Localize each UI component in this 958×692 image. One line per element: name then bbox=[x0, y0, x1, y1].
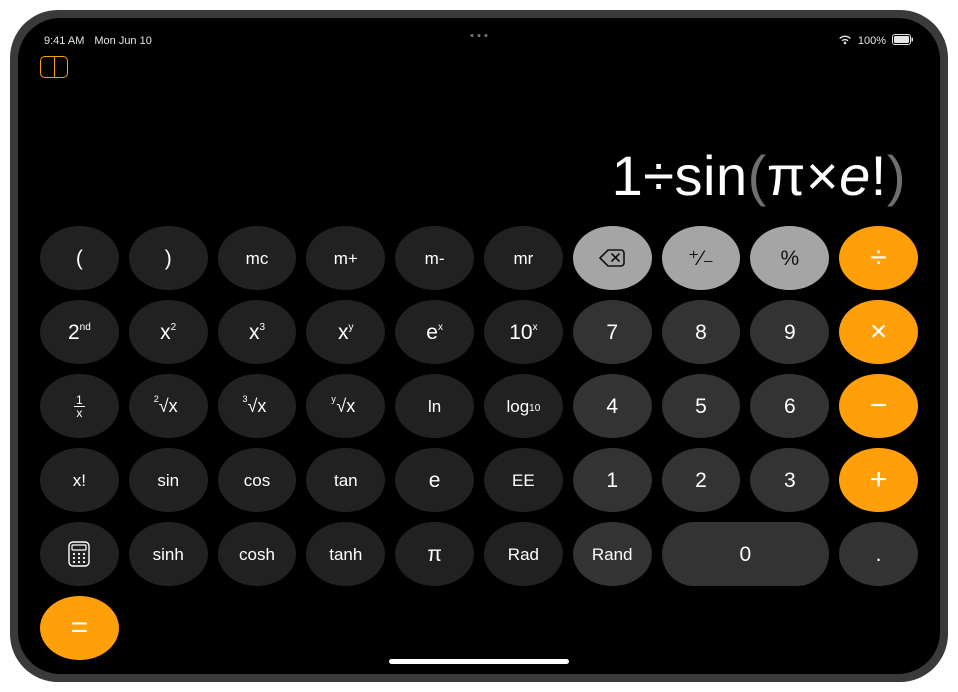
tan-button[interactable]: tan bbox=[306, 448, 385, 512]
tanh-button[interactable]: tanh bbox=[306, 522, 385, 586]
equals-button[interactable]: = bbox=[40, 596, 119, 660]
close-paren-button[interactable]: ) bbox=[129, 226, 208, 290]
digit-1-button[interactable]: 1 bbox=[573, 448, 652, 512]
digit-4-button[interactable]: 4 bbox=[573, 374, 652, 438]
multiply-button[interactable]: × bbox=[839, 300, 918, 364]
screen: 9:41 AM Mon Jun 10 100% 1÷sin(π×e!) bbox=[18, 18, 940, 674]
rand-button[interactable]: Rand bbox=[573, 522, 652, 586]
calculator-display: 1÷sin(π×e!) bbox=[40, 78, 918, 226]
ipad-device-frame: 9:41 AM Mon Jun 10 100% 1÷sin(π×e!) bbox=[10, 10, 948, 682]
cbrt-button[interactable]: 3√x bbox=[218, 374, 297, 438]
percent-button[interactable]: % bbox=[750, 226, 829, 290]
e-power-x-button[interactable]: ex bbox=[395, 300, 474, 364]
ee-button[interactable]: EE bbox=[484, 448, 563, 512]
plus-button[interactable]: + bbox=[839, 448, 918, 512]
digit-9-button[interactable]: 9 bbox=[750, 300, 829, 364]
x-cubed-button[interactable]: x3 bbox=[218, 300, 297, 364]
battery-icon bbox=[892, 34, 914, 48]
ln-button[interactable]: ln bbox=[395, 374, 474, 438]
expression-text: 1÷sin(π×e!) bbox=[612, 143, 906, 208]
open-paren-button[interactable]: ( bbox=[40, 226, 119, 290]
backspace-button[interactable] bbox=[573, 226, 652, 290]
mc-button[interactable]: mc bbox=[218, 226, 297, 290]
sin-button[interactable]: sin bbox=[129, 448, 208, 512]
status-time: 9:41 AM bbox=[44, 35, 84, 47]
decimal-button[interactable]: . bbox=[839, 522, 918, 586]
calculator-icon bbox=[68, 541, 90, 567]
x-power-y-button[interactable]: xy bbox=[306, 300, 385, 364]
digit-3-button[interactable]: 3 bbox=[750, 448, 829, 512]
status-battery-pct: 100% bbox=[858, 35, 886, 47]
plus-minus-button[interactable]: ⁺⁄₋ bbox=[662, 226, 741, 290]
digit-8-button[interactable]: 8 bbox=[662, 300, 741, 364]
ten-power-x-button[interactable]: 10x bbox=[484, 300, 563, 364]
digit-0-button[interactable]: 0 bbox=[662, 522, 830, 586]
m-minus-button[interactable]: m- bbox=[395, 226, 474, 290]
keypad: ( ) mc m+ m- mr ⁺⁄₋ % ÷ 2nd x2 x3 xy ex … bbox=[40, 226, 918, 664]
log10-button[interactable]: log10 bbox=[484, 374, 563, 438]
mr-button[interactable]: mr bbox=[484, 226, 563, 290]
minus-button[interactable]: − bbox=[839, 374, 918, 438]
reciprocal-button[interactable]: 1x bbox=[40, 374, 119, 438]
status-date: Mon Jun 10 bbox=[94, 35, 151, 47]
digit-2-button[interactable]: 2 bbox=[662, 448, 741, 512]
y-root-button[interactable]: y√x bbox=[306, 374, 385, 438]
divide-button[interactable]: ÷ bbox=[839, 226, 918, 290]
mode-toggle-button[interactable] bbox=[40, 56, 68, 78]
sinh-button[interactable]: sinh bbox=[129, 522, 208, 586]
e-constant-button[interactable]: e bbox=[395, 448, 474, 512]
m-plus-button[interactable]: m+ bbox=[306, 226, 385, 290]
cosh-button[interactable]: cosh bbox=[218, 522, 297, 586]
x-squared-button[interactable]: x2 bbox=[129, 300, 208, 364]
multitask-dots-icon[interactable] bbox=[471, 34, 488, 37]
backspace-icon bbox=[599, 249, 625, 267]
pi-button[interactable]: π bbox=[395, 522, 474, 586]
sqrt-button[interactable]: 2√x bbox=[129, 374, 208, 438]
digit-5-button[interactable]: 5 bbox=[662, 374, 741, 438]
factorial-button[interactable]: x! bbox=[40, 448, 119, 512]
rad-button[interactable]: Rad bbox=[484, 522, 563, 586]
cos-button[interactable]: cos bbox=[218, 448, 297, 512]
second-button[interactable]: 2nd bbox=[40, 300, 119, 364]
wifi-icon bbox=[838, 35, 852, 48]
calculator-mode-button[interactable] bbox=[40, 522, 119, 586]
digit-6-button[interactable]: 6 bbox=[750, 374, 829, 438]
home-indicator[interactable] bbox=[389, 659, 569, 664]
digit-7-button[interactable]: 7 bbox=[573, 300, 652, 364]
